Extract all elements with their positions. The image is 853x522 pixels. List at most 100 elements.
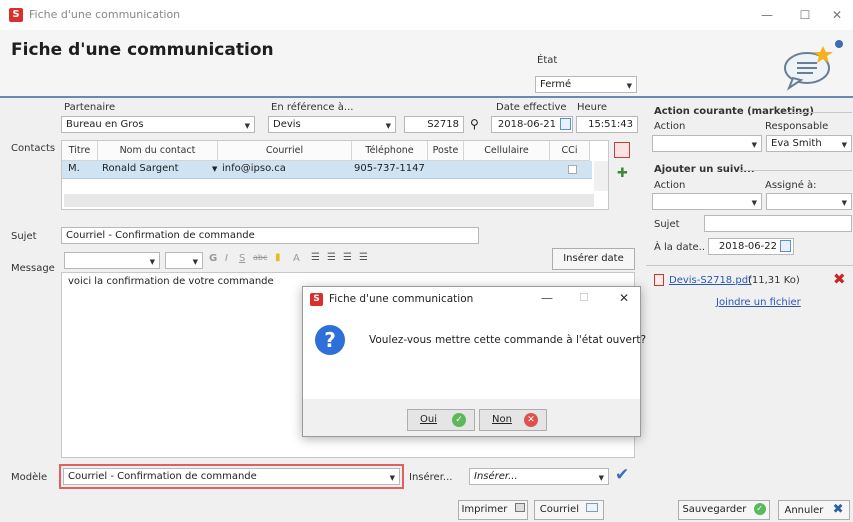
reference-value: Devis <box>273 119 301 130</box>
form-header: Fiche d'une communication État Fermé <box>0 30 853 98</box>
underline-button[interactable]: S <box>239 253 245 264</box>
heure-input[interactable]: 15:51:43 <box>576 116 638 133</box>
binoculars-icon[interactable]: ⚲ <box>470 117 479 131</box>
suivi-sujet-input[interactable] <box>704 215 852 232</box>
cancel-icon: ✖ <box>832 502 844 517</box>
date-effective-label: Date effective <box>496 102 567 113</box>
inserer-date-button[interactable]: Insérer date <box>552 248 635 270</box>
table-row[interactable]: M. Ronald Sargent ▼ info@ipso.ca 905-737… <box>62 161 592 179</box>
non-button[interactable]: Non ✕ <box>479 409 547 431</box>
close-button[interactable]: ✕ <box>822 6 852 24</box>
responsable-select[interactable]: Eva Smith <box>766 135 852 152</box>
bold-button[interactable]: G <box>209 253 217 264</box>
joindre-fichier-link[interactable]: Joindre un fichier <box>716 297 801 308</box>
check-icon: ✓ <box>452 413 466 427</box>
envelope-icon <box>586 503 599 512</box>
printer-icon <box>514 503 525 512</box>
cci-checkbox[interactable] <box>568 165 577 174</box>
communication-bubble-icon <box>781 38 843 92</box>
assigne-label: Assigné à: <box>765 180 817 191</box>
calendar-icon[interactable] <box>560 118 571 130</box>
sauvegarder-button[interactable]: Sauvegarder ✓ <box>678 500 770 520</box>
minimize-button[interactable]: — <box>752 6 782 24</box>
suivi-action-label: Action <box>654 180 686 191</box>
check-icon: ✓ <box>753 503 766 515</box>
action-label: Action <box>654 121 686 132</box>
courriel-button[interactable]: Courriel <box>534 500 604 520</box>
strike-button[interactable]: abc <box>253 253 267 262</box>
contacts-label: Contacts <box>11 143 56 154</box>
delete-contact-icon[interactable] <box>614 142 630 158</box>
imprimer-button[interactable]: Imprimer <box>458 500 528 520</box>
divider <box>646 265 853 266</box>
page-title: Fiche d'une communication <box>11 40 274 60</box>
checkmark-icon[interactable]: ✔ <box>615 465 629 485</box>
responsable-value: Eva Smith <box>771 138 822 149</box>
non-label: Non <box>492 414 512 425</box>
col-cci[interactable]: CCi <box>550 141 590 161</box>
editor-toolbar: G I S abc ▮ A ☰ ☰ ☰ ☰ <box>61 250 541 270</box>
dialog-maximize-button[interactable]: ☐ <box>579 291 589 304</box>
size-select[interactable] <box>165 252 203 269</box>
cancel-icon: ✕ <box>524 413 538 427</box>
align-center-icon[interactable]: ☰ <box>327 252 336 263</box>
align-right-icon[interactable]: ☰ <box>343 252 352 263</box>
sujet-input[interactable]: Courriel - Confirmation de commande <box>61 227 479 244</box>
window-titlebar: S Fiche d'une communication — ☐ ✕ <box>0 0 853 30</box>
col-courriel[interactable]: Courriel <box>218 141 352 161</box>
suivi-date-label: À la date.. <box>654 242 706 253</box>
highlight-icon[interactable]: ▮ <box>275 252 281 263</box>
app-logo-icon: S <box>9 8 23 22</box>
font-select[interactable] <box>64 252 160 269</box>
cell-courriel: info@ipso.ca <box>222 163 286 174</box>
courriel-label: Courriel <box>539 504 579 515</box>
pdf-file-icon <box>654 274 664 286</box>
question-icon: ? <box>315 325 345 355</box>
suivi-sujet-label: Sujet <box>654 219 680 230</box>
reference-number[interactable]: S2718 <box>404 116 464 133</box>
col-titre[interactable]: Titre <box>62 141 98 161</box>
heure-label: Heure <box>577 102 608 113</box>
action-select[interactable] <box>652 135 762 152</box>
dialog-close-button[interactable]: ✕ <box>619 291 629 305</box>
annuler-button[interactable]: Annuler ✖ <box>778 500 850 520</box>
contacts-table: Titre Nom du contact Courriel Téléphone … <box>61 140 609 210</box>
add-contact-icon[interactable]: ✚ <box>617 166 628 181</box>
etat-value: Fermé <box>540 79 572 90</box>
maximize-button[interactable]: ☐ <box>790 6 820 24</box>
partenaire-select[interactable]: Bureau en Gros <box>61 116 255 133</box>
chevron-down-icon[interactable]: ▼ <box>212 165 217 173</box>
reference-select[interactable]: Devis <box>268 116 396 133</box>
font-color-button[interactable]: A <box>293 253 300 264</box>
partenaire-label: Partenaire <box>64 102 116 113</box>
sujet-label: Sujet <box>11 231 37 242</box>
etat-select[interactable]: Fermé <box>535 76 637 93</box>
table-hscroll[interactable] <box>64 194 594 207</box>
inserer-select[interactable]: Insérer... <box>469 468 609 485</box>
suivi-action-select[interactable] <box>652 193 762 210</box>
col-cellulaire[interactable]: Cellulaire <box>464 141 550 161</box>
align-left-icon[interactable]: ☰ <box>311 252 320 263</box>
attachment-size: (11,31 Ko) <box>748 275 800 286</box>
col-poste[interactable]: Poste <box>428 141 464 161</box>
align-justify-icon[interactable]: ☰ <box>359 252 368 263</box>
cell-nom: Ronald Sargent <box>102 163 179 174</box>
dialog-minimize-button[interactable]: — <box>541 291 553 305</box>
imprimer-label: Imprimer <box>461 504 508 515</box>
reference-label: En référence à... <box>271 102 354 113</box>
table-vscroll[interactable] <box>594 161 608 191</box>
cell-titre: M. <box>68 163 80 174</box>
attachment-link[interactable]: Devis-S2718.pdf <box>669 275 752 286</box>
assigne-select[interactable] <box>766 193 852 210</box>
message-label: Message <box>11 263 55 274</box>
calendar-icon[interactable] <box>780 240 791 252</box>
app-logo-icon: S <box>310 293 323 306</box>
oui-button[interactable]: Oui ✓ <box>407 409 475 431</box>
confirm-dialog: S Fiche d'une communication — ☐ ✕ ? Voul… <box>302 286 646 437</box>
italic-button[interactable]: I <box>225 253 228 264</box>
inserer-label: Insérer... <box>409 472 453 483</box>
divider <box>784 112 852 113</box>
col-telephone[interactable]: Téléphone <box>352 141 428 161</box>
remove-attachment-icon[interactable]: ✖ <box>833 270 846 288</box>
col-nom[interactable]: Nom du contact <box>98 141 218 161</box>
